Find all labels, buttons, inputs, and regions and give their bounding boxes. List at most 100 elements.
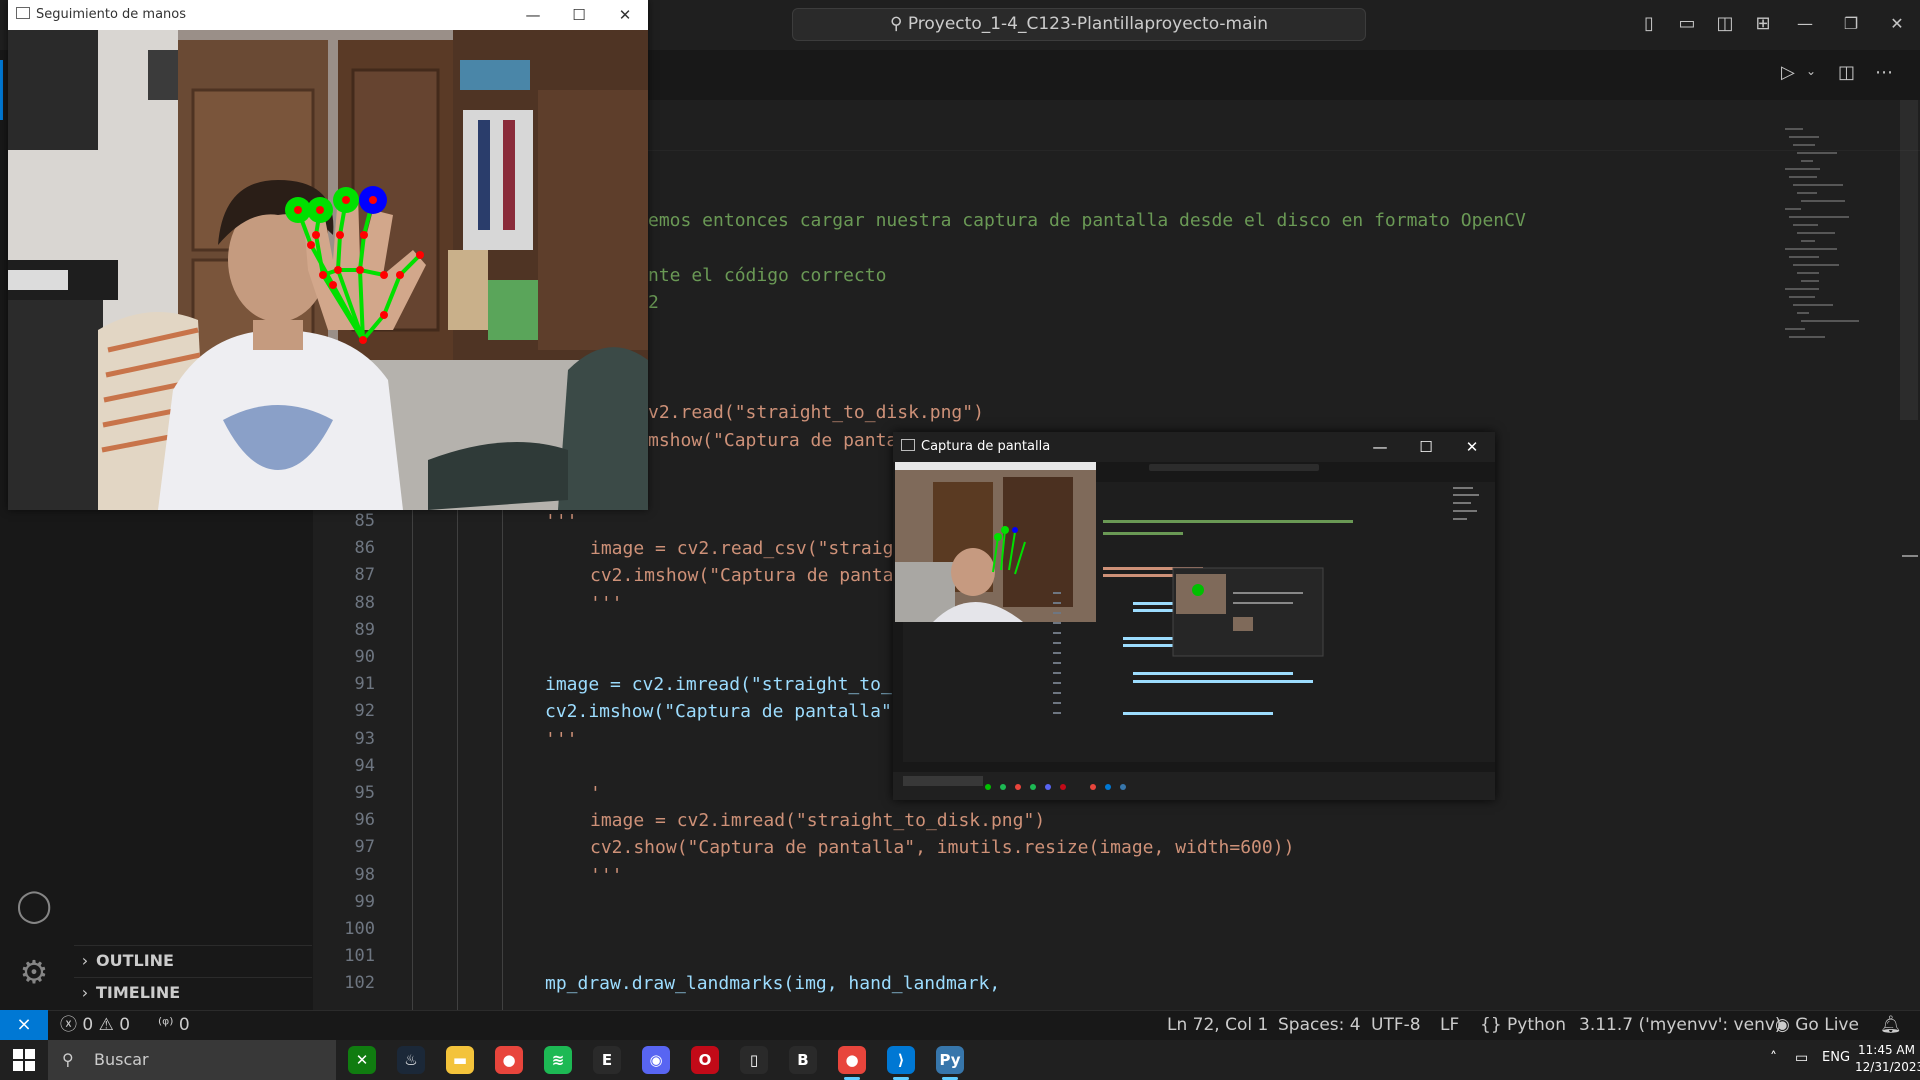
search-icon: ⚲ [62,1050,74,1069]
ports-count: 0 [178,1015,190,1035]
clock[interactable]: 11:45 AM 12/31/2023 [1855,1042,1920,1076]
minimize-icon[interactable]: — [1357,432,1403,462]
outline-label: OUTLINE [96,951,174,970]
language-label: Python [1507,1015,1566,1035]
chevron-up-icon[interactable]: ˄ [1770,1050,1777,1066]
indent-guide [502,495,503,1010]
more-actions-icon[interactable]: ⋯ [1875,62,1897,86]
minimap-line [1789,336,1825,338]
capture-window[interactable]: Captura de pantalla — ☐ ✕ [893,432,1495,800]
cursor-position[interactable]: Ln 72, Col 1 [1167,1010,1268,1040]
code-line: ''' [590,593,623,614]
minimap-line [1797,152,1837,154]
close-icon[interactable]: ✕ [1882,12,1912,36]
taskbar-vscode-icon[interactable]: ⟩ [887,1046,915,1074]
webcam-feed [8,30,648,510]
taskbar-xbox-icon[interactable]: ✕ [348,1046,376,1074]
maximize-icon[interactable]: ☐ [556,0,602,30]
split-editor-icon[interactable]: ◫ [1838,62,1860,86]
code-line: cv2.show("Captura de pantalla", imutils.… [590,837,1295,858]
gear-icon[interactable]: ⚙ [14,952,54,992]
line-number: 100 [344,919,375,939]
taskbar-search[interactable]: ⚲ Buscar [48,1040,336,1080]
chevron-down-icon[interactable]: ⌄ [1806,64,1820,84]
line-number: 98 [354,865,375,885]
line-number: 87 [354,565,375,585]
minimap-line [1785,168,1820,170]
webcam-image [8,30,648,510]
toggle-panel-icon[interactable]: ▭ [1676,13,1698,35]
scrollbar[interactable] [1900,100,1918,420]
encoding[interactable]: UTF-8 [1371,1010,1421,1040]
close-icon[interactable]: ✕ [1449,432,1495,462]
capture-screenshot-image [893,462,1495,800]
taskbar-chrome-icon[interactable]: ● [495,1046,523,1074]
accounts-icon[interactable]: ◯ [14,885,54,925]
language-mode[interactable]: {} Python [1480,1010,1566,1040]
bell-icon[interactable]: 🔔︎ [1880,1010,1902,1040]
go-live-button[interactable]: ◉ Go Live [1775,1010,1859,1040]
problems-indicator[interactable]: ⓧ 0 ⚠ 0 [60,1010,130,1040]
toggle-primary-sidebar-icon[interactable]: ▯ [1638,13,1660,35]
taskbar-steam-icon[interactable]: ♨ [397,1046,425,1074]
taskbar-opera-icon[interactable]: O [691,1046,719,1074]
clock-date: 12/31/2023 [1855,1060,1920,1074]
outline-section[interactable]: › OUTLINE [74,945,312,976]
python-interpreter[interactable]: 3.11.7 ('myenvv': venv) [1579,1010,1782,1040]
minimap-line [1801,240,1815,242]
minimap-line [1793,184,1843,186]
minimize-icon[interactable]: — [1790,12,1820,36]
windows-start-icon[interactable] [13,1049,35,1071]
indentation[interactable]: Spaces: 4 [1278,1010,1361,1040]
minimap-line [1797,312,1809,314]
timeline-section[interactable]: › TIMELINE [74,977,312,1008]
command-center-search[interactable]: ⚲ Proyecto_1-4_C123-Plantillaproyecto-ma… [792,8,1366,41]
taskbar-python-icon[interactable]: Py [936,1046,964,1074]
warning-icon: ⚠ [98,1015,114,1035]
taskbar-chrome-2-icon[interactable]: ● [838,1046,866,1074]
code-line: ' [590,783,601,804]
remote-button[interactable]: ⨯ [0,1010,48,1040]
taskbar-spotify-icon[interactable]: ≋ [544,1046,572,1074]
line-number: 91 [354,674,375,694]
indent-guide [457,495,458,1010]
line-number: 96 [354,810,375,830]
minimap-line [1797,192,1817,194]
hand-tracking-titlebar[interactable]: Seguimiento de manos — ☐ ✕ [8,0,648,30]
line-number: 88 [354,593,375,613]
taskbar-epic-games-icon[interactable]: E [593,1046,621,1074]
taskbar-app-bm-icon[interactable]: B [789,1046,817,1074]
minimap-line [1785,128,1803,130]
line-number: 86 [354,538,375,558]
window-icon [901,439,915,451]
minimap-line [1789,216,1849,218]
capture-window-titlebar[interactable]: Captura de pantalla — ☐ ✕ [893,432,1495,462]
minimap-line [1789,296,1815,298]
run-icon[interactable]: ▷ [1781,62,1803,86]
minimap[interactable] [1785,128,1900,353]
line-number: 99 [354,892,375,912]
close-icon[interactable]: ✕ [602,0,648,30]
taskbar-file-explorer-icon[interactable]: ▬ [446,1046,474,1074]
capture-window-title: Captura de pantalla [921,439,1051,454]
restore-icon[interactable]: ❐ [1836,12,1866,36]
taskbar-app-unknown-icon[interactable]: ▯ [740,1046,768,1074]
minimap-line [1789,256,1819,258]
language-indicator[interactable]: ENG [1822,1050,1850,1065]
minimap-line [1785,248,1837,250]
maximize-icon[interactable]: ☐ [1403,432,1449,462]
hand-tracking-window[interactable]: Seguimiento de manos — ☐ ✕ [8,0,648,510]
minimap-line [1797,272,1819,274]
taskbar-discord-icon[interactable]: ◉ [642,1046,670,1074]
line-number: 89 [354,620,375,640]
code-line: image = cv2.imread("straight_to_disk.png… [590,810,1046,831]
minimize-icon[interactable]: — [510,0,556,30]
line-number: 93 [354,729,375,749]
go-live-label: Go Live [1795,1015,1859,1035]
network-icon[interactable]: ▭ [1795,1050,1808,1066]
braces-icon: {} [1480,1015,1502,1035]
end-of-line[interactable]: LF [1440,1010,1459,1040]
toggle-secondary-sidebar-icon[interactable]: ◫ [1714,13,1736,35]
ports-indicator[interactable]: ⁽ᵠ⁾ 0 [158,1010,190,1040]
customize-layout-icon[interactable]: ⊞ [1752,13,1774,35]
